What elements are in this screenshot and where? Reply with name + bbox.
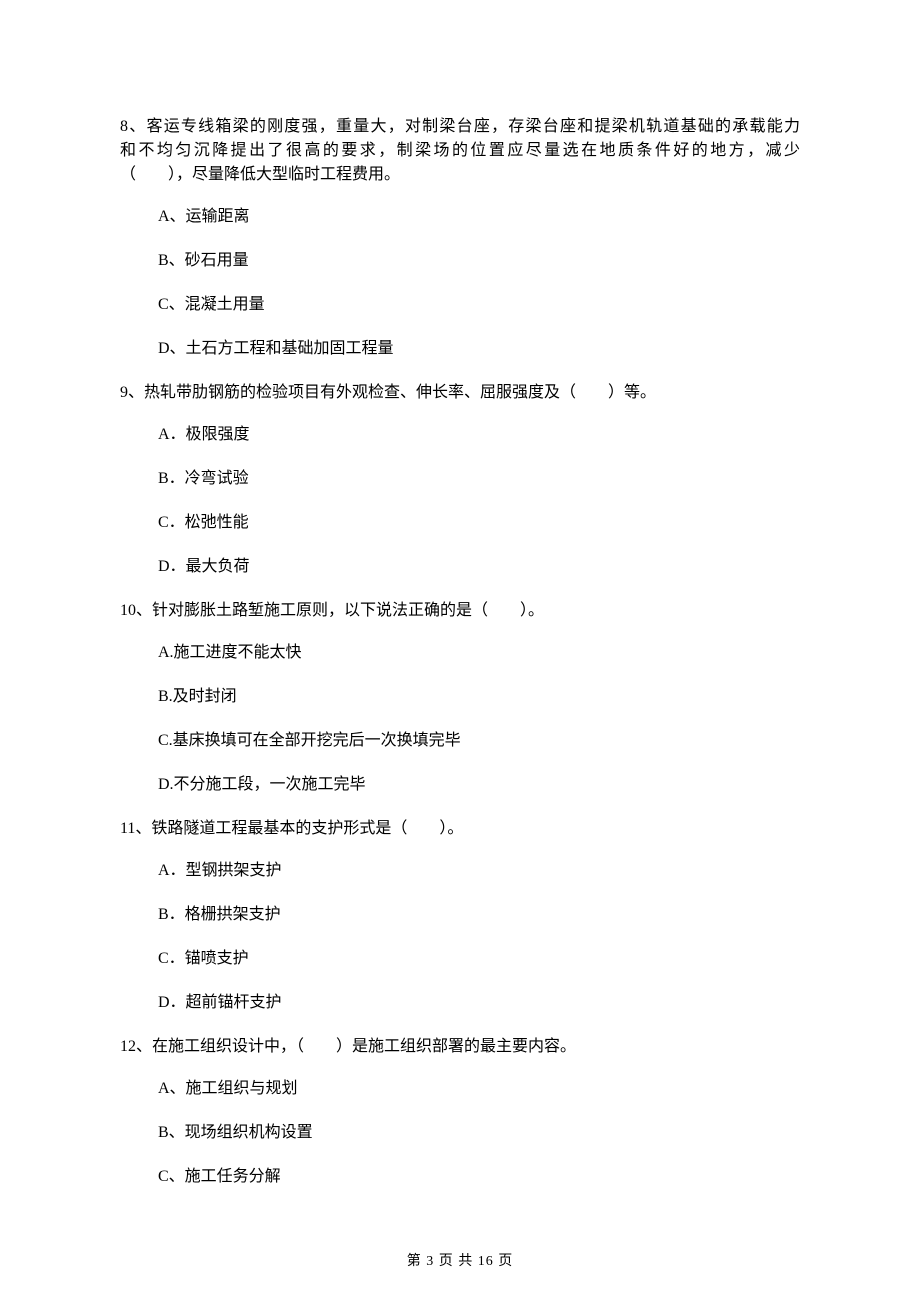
stem-text: 在施工组织设计中，（ ）是施工组织部署的最主要内容。 [152,1038,576,1055]
question-number: 11、 [120,820,151,837]
option-c: C、混凝土用量 [158,293,800,317]
option-a: A．型钢拱架支护 [158,859,800,883]
option-list: A．型钢拱架支护 B．格栅拱架支护 C．锚喷支护 D．超前锚杆支护 [120,859,800,1015]
option-list: A、施工组织与规划 B、现场组织机构设置 C、施工任务分解 [120,1077,800,1189]
option-d: D．最大负荷 [158,555,800,579]
question-number: 12、 [120,1038,152,1055]
option-c: C．松弛性能 [158,511,800,535]
option-d: D.不分施工段，一次施工完毕 [158,773,800,797]
option-b: B.及时封闭 [158,685,800,709]
option-b: B、现场组织机构设置 [158,1121,800,1145]
question-12: 12、在施工组织设计中，（ ）是施工组织部署的最主要内容。 A、施工组织与规划 … [120,1035,800,1189]
stem-text: 针对膨胀土路堑施工原则，以下说法正确的是（ ）。 [152,602,544,619]
question-stem: 12、在施工组织设计中，（ ）是施工组织部署的最主要内容。 [120,1035,800,1059]
question-8: 8、客运专线箱梁的刚度强，重量大，对制梁台座，存梁台座和提梁机轨道基础的承载能力… [120,115,800,361]
stem-line: 8、客运专线箱梁的刚度强，重量大，对制梁台座，存梁台座和提梁机轨道基础的承载能力 [120,115,800,139]
option-b: B．冷弯试验 [158,467,800,491]
stem-text: 热轧带肋钢筋的检验项目有外观检查、伸长率、屈服强度及（ ）等。 [144,384,656,401]
option-c: C．锚喷支护 [158,947,800,971]
question-stem: 10、针对膨胀土路堑施工原则，以下说法正确的是（ ）。 [120,599,800,623]
option-list: A、运输距离 B、砂石用量 C、混凝土用量 D、土石方工程和基础加固工程量 [120,205,800,361]
question-10: 10、针对膨胀土路堑施工原则，以下说法正确的是（ ）。 A.施工进度不能太快 B… [120,599,800,797]
stem-text: 铁路隧道工程最基本的支护形式是（ ）。 [151,820,463,837]
option-d: D．超前锚杆支护 [158,991,800,1015]
question-number: 9、 [120,384,144,401]
page-footer: 第 3 页 共 16 页 [0,1251,920,1272]
option-b: B、砂石用量 [158,249,800,273]
question-9: 9、热轧带肋钢筋的检验项目有外观检查、伸长率、屈服强度及（ ）等。 A．极限强度… [120,381,800,579]
question-number: 10、 [120,602,152,619]
option-list: A.施工进度不能太快 B.及时封闭 C.基床换填可在全部开挖完后一次换填完毕 D… [120,641,800,797]
option-a: A、运输距离 [158,205,800,229]
option-a: A.施工进度不能太快 [158,641,800,665]
option-a: A、施工组织与规划 [158,1077,800,1101]
option-d: D、土石方工程和基础加固工程量 [158,337,800,361]
option-list: A．极限强度 B．冷弯试验 C．松弛性能 D．最大负荷 [120,423,800,579]
option-a: A．极限强度 [158,423,800,447]
option-b: B．格栅拱架支护 [158,903,800,927]
stem-text: 客运专线箱梁的刚度强，重量大，对制梁台座，存梁台座和提梁机轨道基础的承载能力 [146,118,800,135]
stem-line: （ ），尽量降低大型临时工程费用。 [120,163,800,187]
question-number: 8、 [120,118,146,135]
option-c: C.基床换填可在全部开挖完后一次换填完毕 [158,729,800,753]
question-stem: 8、客运专线箱梁的刚度强，重量大，对制梁台座，存梁台座和提梁机轨道基础的承载能力… [120,115,800,187]
option-c: C、施工任务分解 [158,1165,800,1189]
question-11: 11、铁路隧道工程最基本的支护形式是（ ）。 A．型钢拱架支护 B．格栅拱架支护… [120,817,800,1015]
question-stem: 11、铁路隧道工程最基本的支护形式是（ ）。 [120,817,800,841]
stem-line: 和不均匀沉降提出了很高的要求，制梁场的位置应尽量选在地质条件好的地方，减少 [120,139,800,163]
document-page: 8、客运专线箱梁的刚度强，重量大，对制梁台座，存梁台座和提梁机轨道基础的承载能力… [0,0,920,1302]
question-stem: 9、热轧带肋钢筋的检验项目有外观检查、伸长率、屈服强度及（ ）等。 [120,381,800,405]
